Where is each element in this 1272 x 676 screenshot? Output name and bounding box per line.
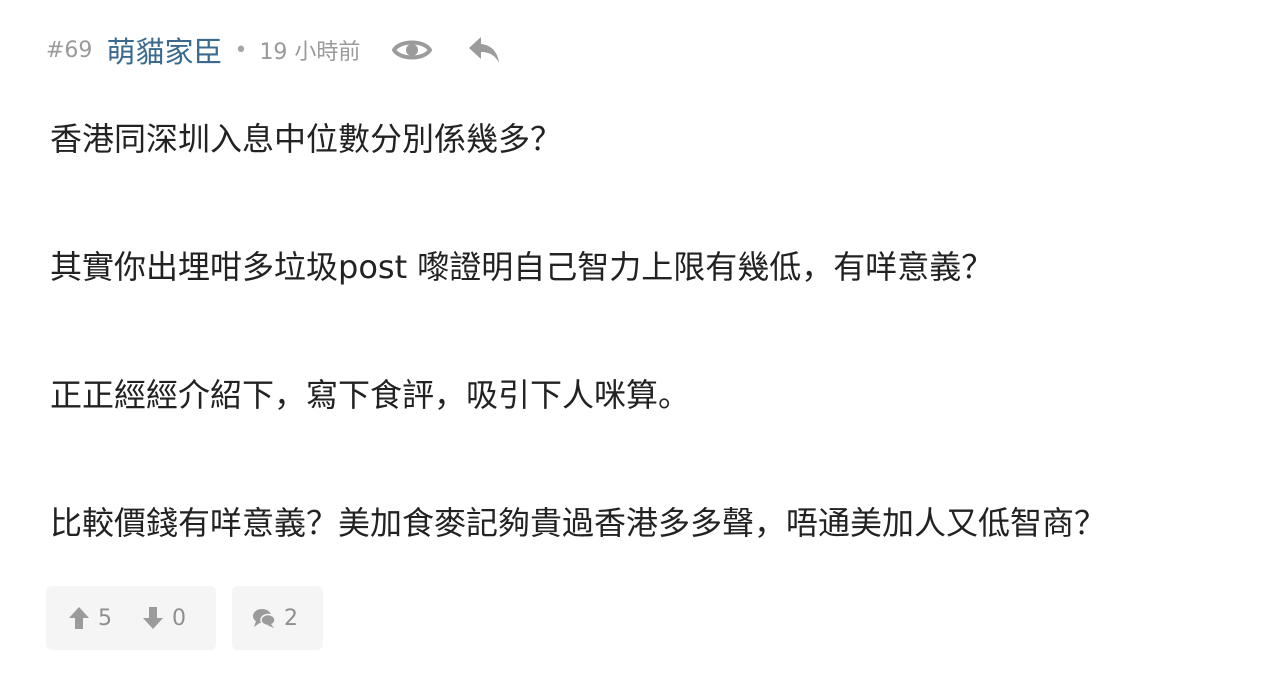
post-paragraph-4: 比較價錢有咩意義？美加食麥記夠貴過香港多多聲，唔通美加人又低智商？: [50, 504, 1107, 542]
post-paragraph-3: 正正經經介紹下，寫下食評，吸引下人咪算。: [50, 376, 691, 414]
author-name[interactable]: 萌貓家臣: [106, 29, 222, 71]
comment-count: 2: [284, 605, 298, 631]
comments-button[interactable]: 2: [252, 606, 298, 631]
post-header: #69 萌貓家臣 • 19 小時前: [46, 28, 502, 72]
chat-bubbles-icon: [253, 609, 276, 628]
reply-icon: [469, 37, 500, 63]
upvote-button[interactable]: 5: [68, 606, 112, 631]
vote-box: 5 0: [46, 586, 216, 650]
view-button[interactable]: [392, 30, 433, 70]
post-paragraph-1: 香港同深圳入息中位數分別係幾多？: [50, 120, 563, 158]
downvote-count: 0: [172, 605, 186, 631]
arrow-down-icon: [143, 607, 163, 629]
meta-separator: •: [234, 37, 248, 63]
downvote-button[interactable]: 0: [142, 606, 186, 631]
upvote-count: 5: [98, 605, 112, 631]
post-time: 19 小時前: [259, 40, 361, 65]
eye-icon: [392, 40, 433, 60]
post-paragraph-2: 其實你出埋咁多垃圾post 嚟證明自己智力上限有幾低，有咩意義？: [50, 248, 994, 286]
post: #69 萌貓家臣 • 19 小時前 香港同深圳入息中位數分別係幾多？ 其實你出埋…: [0, 0, 1272, 676]
comments-box: 2: [232, 586, 323, 650]
reply-button[interactable]: [466, 30, 502, 70]
post-actions: 5 0 2: [46, 586, 323, 650]
arrow-up-icon: [69, 607, 89, 629]
post-body: 香港同深圳入息中位數分別係幾多？ 其實你出埋咁多垃圾post 嚟證明自己智力上限…: [50, 110, 1250, 552]
post-number: #69: [46, 37, 93, 63]
